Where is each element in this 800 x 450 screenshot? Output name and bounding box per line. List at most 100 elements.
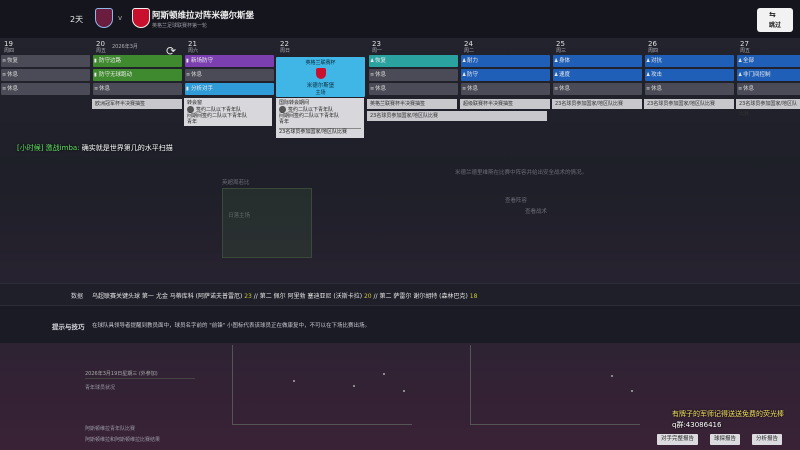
session-type-icon: ≡: [370, 72, 375, 78]
training-session[interactable]: ≡ 休息: [185, 69, 274, 81]
session-type-icon: ♟: [462, 72, 467, 78]
session-type-icon: ♟: [738, 58, 743, 64]
training-session[interactable]: ♟ 对抗: [645, 55, 734, 67]
event-box[interactable]: 23名球员参加国家/地区队比赛: [367, 111, 547, 121]
competition-label[interactable]: 英格兰足球联赛杯第一轮: [152, 22, 207, 29]
scout-report-button[interactable]: 球探报告: [710, 434, 741, 445]
calendar-day[interactable]: 21 周六 ▮ 新场防守 ≡ 休息 ▮ 分析对手: [184, 40, 275, 97]
match-card-opponent: 米德尔斯堡: [306, 83, 335, 89]
training-session[interactable]: ≡ 休息: [1, 83, 90, 95]
event-box[interactable]: 欧洲冠军杯半决赛抽签: [92, 99, 182, 109]
skip-button[interactable]: ⇆ 跳过: [757, 8, 793, 32]
stats-text[interactable]: 乌超联赛关键头球 第一 尤金 马蒂库科 (阿萨诺夫普雷厄) 23 // 第二 佩…: [92, 291, 477, 300]
transfer-icon: [187, 106, 194, 113]
international-window-popup[interactable]: 国际转会期间 签约二队以下青年队 间期间签约二队以下青年队 青年 23名球员参加…: [276, 98, 364, 138]
aston-villa-crest-icon[interactable]: [95, 8, 113, 28]
day-number: 22: [280, 40, 289, 48]
sidebar-item[interactable]: [0, 181, 70, 193]
training-session[interactable]: ≡ 休息: [461, 83, 550, 95]
training-session[interactable]: ♟ 攻击: [645, 69, 734, 81]
calendar-day[interactable]: 23 周一 ♟ 恢复 ≡ 休息 ≡ 休息: [368, 40, 459, 97]
news-item[interactable]: 阿斯顿维拉和阿斯顿维拉比赛结果: [85, 436, 210, 443]
calendar-day[interactable]: 19 周四 ≡ 恢复 ≡ 休息 ≡ 休息: [0, 40, 91, 97]
sidebar-item[interactable]: [0, 215, 70, 227]
calendar-day[interactable]: 26 周四 ♟ 对抗 ♟ 攻击 ≡ 休息: [644, 40, 735, 97]
event-box[interactable]: 23名球员参加国家/地区队比赛: [644, 99, 734, 109]
calendar-day[interactable]: 20 周五 2026年3月 ▮ 防守边路 ▮ 防守无球跑动 ≡ 休息: [92, 40, 183, 97]
event-box[interactable]: 23名球员参加国家/地区队比赛: [552, 99, 642, 109]
training-session[interactable]: ≡ 休息: [93, 83, 182, 95]
day-number: 26: [648, 40, 657, 48]
training-session[interactable]: ≡ 休息: [369, 83, 458, 95]
days-until-match: 2天: [70, 15, 84, 24]
session-type-icon: ▮: [94, 58, 97, 64]
training-session[interactable]: ≡ 休息: [1, 69, 90, 81]
training-calendar: ⟳ 19 周四 ≡ 恢复 ≡ 休息 ≡ 休息 20 周五 2026年3月 ▮ 防守边路 ▮ 防守无球跑动 ≡ 休…: [0, 40, 800, 97]
sidebar-item[interactable]: [0, 198, 70, 210]
session-label: 恢复: [7, 58, 19, 64]
training-session[interactable]: ▮ 防守边路: [93, 55, 182, 67]
analysis-report-button[interactable]: 分析报告: [752, 434, 783, 445]
training-session[interactable]: ♟ 全部: [737, 55, 800, 67]
session-type-icon: ≡: [738, 86, 743, 92]
training-session[interactable]: ≡ 休息: [645, 83, 734, 95]
skip-icon: ⇆: [769, 10, 776, 19]
training-session[interactable]: ♟ 身体: [553, 55, 642, 67]
calendar-day-header: 27 周五: [736, 40, 800, 55]
match-card-venue: 主场: [315, 90, 326, 96]
match-card-competition: 英格兰联赛杯: [305, 60, 336, 66]
session-label: 恢复: [375, 58, 387, 64]
session-label: 休息: [559, 86, 571, 92]
session-label: 身体: [559, 58, 571, 64]
training-session[interactable]: ▮ 分析对手: [185, 83, 274, 95]
calendar-day-header: 24 周二: [460, 40, 551, 55]
transfer-window-popup[interactable]: 转会窗 签约二队以下青年队 间期间签约二队以下青年队 青年: [184, 98, 272, 126]
session-label: 攻击: [651, 72, 663, 78]
session-type-icon: ≡: [94, 86, 99, 92]
training-session[interactable]: ≡ 恢复: [1, 55, 90, 67]
day-of-week: 周三: [556, 48, 567, 54]
event-box[interactable]: 英格兰联赛杯半决赛抽签: [367, 99, 457, 109]
news-date: 2026年3月19日星期三 (外参加): [85, 370, 195, 379]
training-session[interactable]: ♟ 防守: [461, 69, 550, 81]
calendar-day[interactable]: 24 周二 ♟ 耐力 ♟ 防守 ≡ 休息: [460, 40, 551, 97]
training-session[interactable]: ♟ 非门间控制: [737, 69, 800, 81]
session-label: 休息: [191, 72, 203, 78]
session-type-icon: ≡: [2, 72, 7, 78]
session-label: 休息: [99, 86, 111, 92]
day-number: 21: [188, 40, 197, 48]
training-session[interactable]: ♟ 恢复: [369, 55, 458, 67]
calendar-day[interactable]: 25 周三 ♟ 身体 ♟ 速度 ≡ 休息: [552, 40, 643, 97]
sidebar-item[interactable]: [0, 164, 70, 176]
session-type-icon: ≡: [2, 58, 7, 64]
sidebar-item[interactable]: [0, 249, 70, 261]
full-opponent-report-button[interactable]: 对手完整报告: [657, 434, 699, 445]
background-text: 查看阵容: [505, 198, 528, 204]
session-label: 防守边路: [99, 58, 122, 64]
sidebar-item[interactable]: [0, 130, 70, 142]
session-type-icon: ♟: [646, 72, 651, 78]
sidebar-item[interactable]: [0, 232, 70, 244]
news-item[interactable]: 青年球员状况: [85, 384, 210, 391]
match-day-card[interactable]: 英格兰联赛杯 米德尔斯堡 主场: [276, 57, 365, 97]
training-session[interactable]: ▮ 新场防守: [185, 55, 274, 67]
training-session[interactable]: ≡ 休息: [553, 83, 642, 95]
day-number: 19: [4, 40, 13, 48]
session-label: 休息: [7, 72, 19, 78]
training-session[interactable]: ≡ 休息: [369, 69, 458, 81]
session-type-icon: ♟: [370, 58, 375, 64]
training-session[interactable]: ≡ 休息: [737, 83, 800, 95]
training-session[interactable]: ♟ 耐力: [461, 55, 550, 67]
event-strip: 欧洲冠军杯半决赛抽签 转会窗 签约二队以下青年队 间期间签约二队以下青年队 青年…: [0, 97, 800, 138]
session-type-icon: ≡: [370, 86, 375, 92]
training-session[interactable]: ♟ 速度: [553, 69, 642, 81]
event-box[interactable]: 超级联赛杯半决赛抽签: [460, 99, 550, 109]
calendar-day[interactable]: 27 周五 ♟ 全部 ♟ 非门间控制 ≡ 休息: [736, 40, 800, 97]
session-label: 休息: [467, 86, 479, 92]
event-box[interactable]: 23名球员参加国家/地区队比赛: [736, 99, 800, 117]
training-session[interactable]: ▮ 防守无球跑动: [93, 69, 182, 81]
middlesbrough-crest-icon[interactable]: [132, 8, 150, 28]
news-item[interactable]: 阿斯顿维拉青年队比赛: [85, 425, 210, 432]
session-type-icon: ≡: [646, 86, 651, 92]
match-title[interactable]: 阿斯顿维拉对阵米德尔斯堡: [152, 9, 254, 21]
